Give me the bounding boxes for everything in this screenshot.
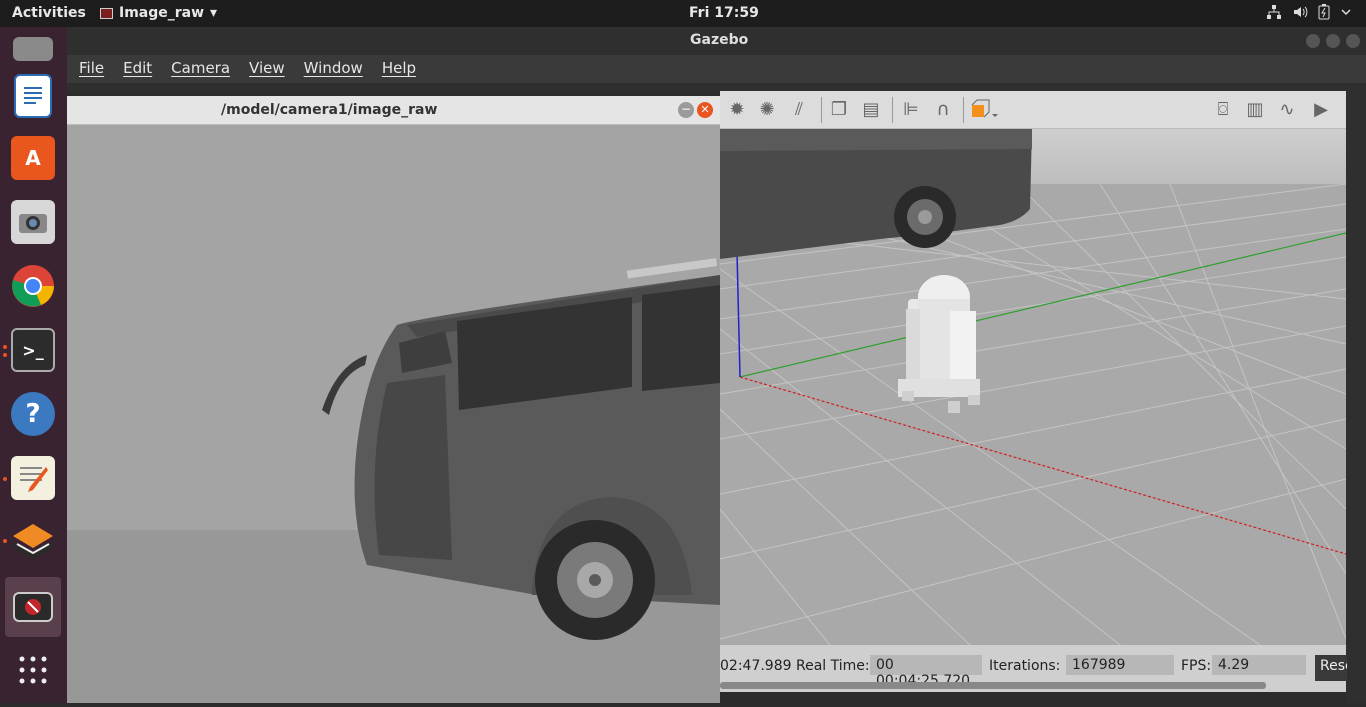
files-app-icon[interactable] bbox=[5, 13, 61, 71]
system-top-bar: Activities Image_raw ▾ Fri 17:59 bbox=[0, 0, 1366, 27]
menu-window[interactable]: Window bbox=[304, 55, 372, 83]
camera-image-view bbox=[67, 125, 720, 703]
terminal-icon[interactable]: >_ bbox=[5, 321, 61, 379]
minimize-icon[interactable]: − bbox=[678, 102, 694, 118]
toolbar-separator bbox=[892, 97, 893, 123]
gazebo-toolbar: ✹ ✺ ⫽ ❐ ▤ ⊫ ∩ ⌼ ▥ ∿ ▶ bbox=[720, 91, 1346, 129]
show-apps-icon[interactable] bbox=[5, 641, 61, 699]
close-icon[interactable]: ✕ bbox=[697, 102, 713, 118]
software-center-icon[interactable]: A bbox=[5, 129, 61, 187]
system-tray[interactable] bbox=[1266, 4, 1352, 24]
iterations-value: 167989 bbox=[1066, 655, 1174, 675]
snap-icon[interactable]: ∩ bbox=[932, 99, 954, 121]
volume-icon[interactable] bbox=[1292, 4, 1308, 24]
chevron-down-icon: ▾ bbox=[210, 5, 218, 21]
launcher-dock: A >_ ? bbox=[0, 27, 67, 703]
menu-help[interactable]: Help bbox=[382, 55, 425, 83]
menu-file[interactable]: File bbox=[79, 55, 113, 83]
paste-icon[interactable]: ▤ bbox=[860, 99, 882, 121]
toolbar-separator bbox=[963, 97, 964, 123]
fps-label: FPS: bbox=[1181, 658, 1212, 674]
gazebo-window-title: Gazebo bbox=[690, 32, 749, 48]
toolbar-separator bbox=[821, 97, 822, 123]
network-icon[interactable] bbox=[1266, 4, 1282, 24]
app-menu-label: Image_raw bbox=[119, 5, 205, 21]
gazebo-icon[interactable] bbox=[5, 513, 61, 571]
fps-value: 4.29 bbox=[1212, 655, 1306, 675]
gazebo-menubar: File Edit Camera View Window Help bbox=[67, 55, 1366, 83]
chrome-icon[interactable] bbox=[5, 257, 61, 315]
gazebo-3d-viewport[interactable] bbox=[719, 128, 1347, 646]
menu-camera[interactable]: Camera bbox=[171, 55, 239, 83]
menu-edit[interactable]: Edit bbox=[123, 55, 161, 83]
camera-image-window: /model/camera1/image_raw − ✕ bbox=[67, 96, 720, 703]
help-icon[interactable]: ? bbox=[5, 385, 61, 443]
right-panel-grip[interactable] bbox=[1346, 91, 1366, 703]
minimize-icon[interactable] bbox=[1306, 34, 1320, 48]
copy-icon[interactable]: ❐ bbox=[828, 99, 850, 121]
iterations-label: Iterations: bbox=[989, 658, 1061, 674]
image-viewer-icon[interactable] bbox=[5, 577, 61, 637]
system-menu-icon[interactable] bbox=[1340, 6, 1352, 22]
menu-view[interactable]: View bbox=[249, 55, 294, 83]
align-icon[interactable]: ⊫ bbox=[900, 99, 922, 121]
screenshot-icon[interactable]: ⌼ bbox=[1212, 99, 1234, 121]
clock[interactable]: Fri 17:59 bbox=[689, 5, 759, 21]
panel-divider bbox=[67, 83, 1366, 91]
reset-time-button[interactable]: Reset bbox=[1315, 655, 1347, 681]
real-time-value: 00 00:04:25.720 bbox=[870, 655, 982, 689]
camera-window-title: /model/camera1/image_raw bbox=[221, 102, 438, 118]
directional-light-icon[interactable]: ✹ bbox=[726, 99, 748, 121]
video-record-icon[interactable]: ▶ bbox=[1310, 99, 1332, 121]
text-editor-icon[interactable] bbox=[5, 449, 61, 507]
camera-window-titlebar[interactable]: /model/camera1/image_raw − ✕ bbox=[67, 96, 720, 125]
gazebo-window-titlebar[interactable]: Gazebo bbox=[67, 27, 1366, 55]
battery-icon[interactable] bbox=[1318, 4, 1330, 24]
window-icon bbox=[100, 7, 113, 19]
app-menu[interactable]: Image_raw ▾ bbox=[100, 5, 217, 21]
plot-icon[interactable]: ∿ bbox=[1276, 99, 1298, 121]
camera-app-icon[interactable] bbox=[5, 193, 61, 251]
horizontal-scrollbar[interactable] bbox=[720, 682, 1266, 689]
libreoffice-writer-icon[interactable] bbox=[5, 67, 61, 125]
spot-light-icon[interactable]: ⫽ bbox=[788, 99, 810, 121]
log-icon[interactable]: ▥ bbox=[1244, 99, 1266, 121]
maximize-icon[interactable] bbox=[1326, 34, 1340, 48]
sim-time-value: 02:47.989 bbox=[720, 658, 792, 674]
view-angle-icon[interactable] bbox=[970, 99, 998, 121]
close-icon[interactable] bbox=[1346, 34, 1360, 48]
point-light-icon[interactable]: ✺ bbox=[756, 99, 778, 121]
real-time-label: Real Time: bbox=[796, 658, 870, 674]
